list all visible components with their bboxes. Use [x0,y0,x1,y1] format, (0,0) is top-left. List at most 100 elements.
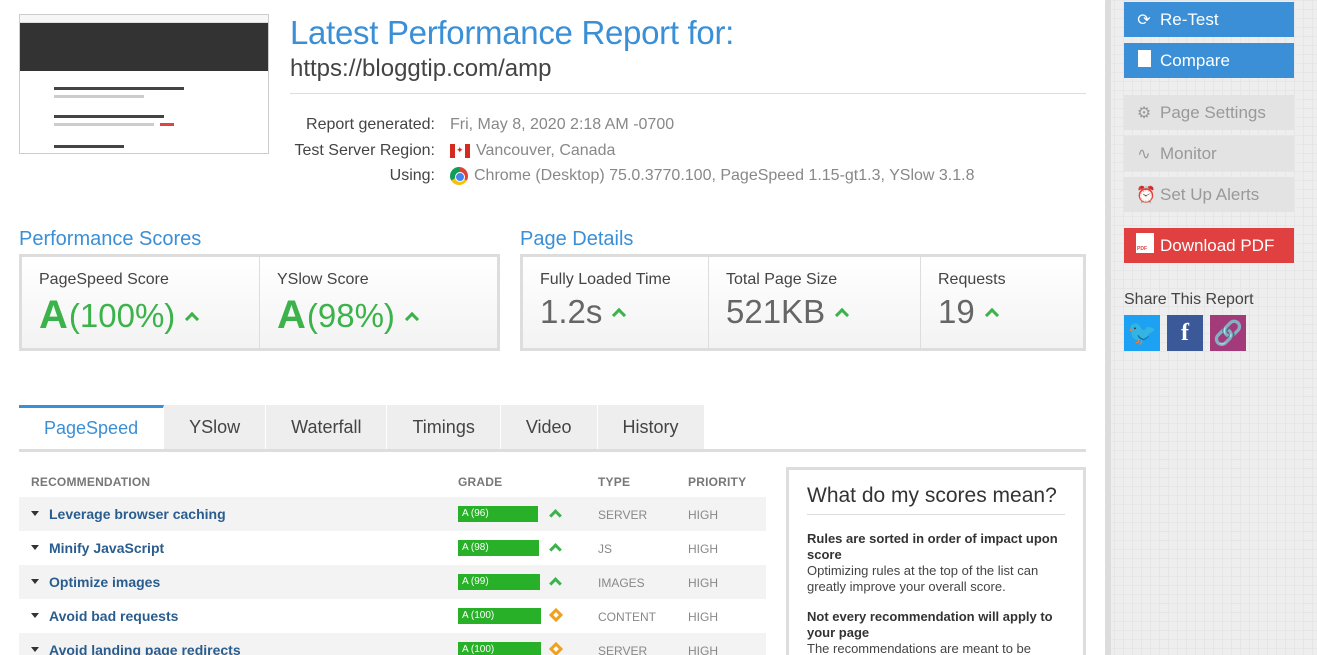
canada-flag-icon [450,144,470,158]
page-details-box: Fully Loaded Time 1.2s Total Page Size 5… [520,254,1086,351]
pagespeed-score: PageSpeed Score A (100%) [22,257,260,348]
thumbnail-line [54,145,124,148]
requests-label: Requests [938,271,1006,288]
explanation-text: Optimizing rules at the top of the list … [807,563,1039,594]
recommendation-priority: HIGH [688,644,718,655]
pagespeed-score-label: PageSpeed Score [39,271,169,288]
chevron-up-icon [835,307,850,323]
col-header-recommendation: RECOMMENDATION [31,475,151,489]
page-settings-button[interactable]: ⚙ Page Settings [1124,95,1294,130]
col-header-priority: PRIORITY [688,475,747,489]
yslow-percent: (98%) [306,296,395,334]
scores-explanation-box: What do my scores mean? Rules are sorted… [786,467,1086,655]
tab-yslow[interactable]: YSlow [164,405,267,449]
tab-video[interactable]: Video [500,405,598,449]
recommendation-name[interactable]: Optimize images [49,574,160,590]
set-up-alerts-button[interactable]: ⏰ Set Up Alerts [1124,177,1294,212]
recommendation-type: SERVER [598,508,648,522]
thumbnail-line [54,123,154,126]
recommendation-priority: HIGH [688,610,718,624]
retest-button[interactable]: ⟳ Re-Test [1124,2,1294,37]
total-page-size-value: 521KB [726,293,920,331]
chevron-up-icon [404,311,419,326]
gear-icon: ⚙ [1136,104,1152,122]
recommendation-name[interactable]: Avoid bad requests [49,608,178,624]
report-url: https://bloggtip.com/amp [290,55,552,82]
yslow-score-value: A (98%) [277,293,497,338]
recommendation-type: JS [598,542,613,556]
meta-using: Using: Chrome (Desktop) 75.0.3770.100, P… [290,167,1090,189]
tab-timings[interactable]: Timings [387,405,501,449]
twitter-icon: 🐦 [1127,319,1157,347]
meta-report-generated: Report generated: Fri, May 8, 2020 2:18 … [290,116,1090,138]
caret-down-icon[interactable] [31,613,39,618]
table-row[interactable]: Leverage browser caching A (96) SERVER H… [19,497,766,531]
tab-history[interactable]: History [597,405,705,449]
report-tabs: PageSpeed YSlow Waterfall Timings Video … [19,405,705,451]
total-page-size-label: Total Page Size [726,271,838,288]
scores-explanation-title: What do my scores mean? [807,484,1065,515]
performance-scores-title: Performance Scores [19,228,202,250]
tab-pagespeed[interactable]: PageSpeed [19,405,165,449]
grade-bar: A (96) [458,506,538,522]
meta-label: Test Server Region: [294,142,435,159]
page-settings-label: Page Settings [1160,102,1266,122]
page-screenshot-thumbnail[interactable] [19,14,269,154]
meta-value-text: Chrome (Desktop) 75.0.3770.100, PageSpee… [474,167,975,184]
thumbnail-line [54,95,144,98]
table-row[interactable]: Avoid landing page redirects A (100) SER… [19,633,766,655]
yslow-score: YSlow Score A (98%) [260,257,497,348]
thumbnail-line [54,87,184,90]
chevron-up-icon [984,307,999,323]
recommendation-type: IMAGES [598,576,645,590]
monitor-label: Monitor [1160,143,1217,163]
chrome-icon [450,167,468,185]
fully-loaded-time-label: Fully Loaded Time [540,271,671,288]
recommendation-priority: HIGH [688,542,718,556]
thumbnail-hero [20,23,268,71]
yslow-grade: A [277,293,306,337]
compare-label: Compare [1160,50,1230,70]
download-pdf-button[interactable]: Download PDF [1124,228,1294,263]
grade-bar: A (98) [458,540,539,556]
main-content: Latest Performance Report for: https://b… [0,0,1105,655]
compare-button[interactable]: Compare [1124,43,1294,78]
facebook-icon: f [1181,319,1189,346]
meta-value-text: Vancouver, Canada [476,142,616,159]
grade-bar: A (100) [458,642,541,655]
page-details-title: Page Details [520,228,634,250]
fully-loaded-time-value: 1.2s [540,293,708,331]
thumbnail-topbar [20,15,268,23]
twitter-share-button[interactable]: 🐦 [1124,315,1160,351]
recommendation-name[interactable]: Avoid landing page redirects [49,642,241,655]
performance-scores-box: PageSpeed Score A (100%) YSlow Score A (… [19,254,500,351]
tab-waterfall[interactable]: Waterfall [266,405,388,449]
pagespeed-grade: A [39,293,68,337]
recommendation-name[interactable]: Leverage browser caching [49,506,226,522]
caret-down-icon[interactable] [31,545,39,550]
trend-up-icon [549,577,562,590]
table-row[interactable]: Minify JavaScript A (98) JS HIGH [19,531,766,565]
caret-down-icon[interactable] [31,579,39,584]
requests-value: 19 [938,293,1083,331]
total-page-size-number: 521KB [726,293,826,330]
meta-label: Report generated: [306,116,435,133]
document-icon [1136,49,1152,72]
share-report-title: Share This Report [1124,291,1254,308]
fully-loaded-time: Fully Loaded Time 1.2s [523,257,709,348]
meta-test-server-region: Test Server Region: Vancouver, Canada [290,142,1090,164]
retest-label: Re-Test [1160,9,1219,29]
facebook-share-button[interactable]: f [1167,315,1203,351]
table-row[interactable]: Avoid bad requests A (100) CONTENT HIGH [19,599,766,633]
pagespeed-percent: (100%) [68,296,176,334]
caret-down-icon[interactable] [31,511,39,516]
caret-down-icon[interactable] [31,647,39,652]
col-header-type: TYPE [598,475,631,489]
monitor-button[interactable]: ∿ Monitor [1124,136,1294,171]
table-row[interactable]: Optimize images A (99) IMAGES HIGH [19,565,766,599]
meta-value: Vancouver, Canada [450,142,615,160]
header-divider [290,93,1086,94]
fully-loaded-time-number: 1.2s [540,293,603,330]
link-share-button[interactable]: 🔗 [1210,315,1246,351]
recommendation-name[interactable]: Minify JavaScript [49,540,164,556]
